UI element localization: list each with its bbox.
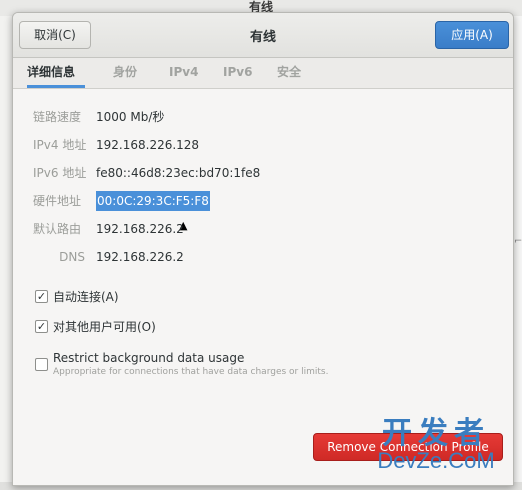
background-fragment-icon: ⌐	[514, 236, 522, 247]
link-speed-row: 链路速度 1000 Mb/秒	[13, 107, 413, 127]
remove-connection-profile-button[interactable]: Remove Connection Profile	[313, 433, 503, 461]
dialog-header: 取消(C) 有线 应用(A)	[13, 13, 513, 58]
all-users-checkbox[interactable]: ✓	[35, 320, 48, 333]
apply-button[interactable]: 应用(A)	[435, 21, 509, 49]
ipv4-row: IPv4 地址 192.168.226.128	[13, 135, 413, 155]
ipv6-label: IPv6 地址	[33, 166, 87, 180]
hardware-address-label: 硬件地址	[33, 194, 82, 208]
ipv4-value: 192.168.226.128	[96, 138, 200, 152]
auto-connect-label: 自动连接(A)	[53, 290, 119, 304]
auto-connect-checkbox[interactable]: ✓	[35, 290, 48, 303]
tab-details[interactable]: 详细信息	[27, 58, 85, 88]
details-panel: 链路速度 1000 Mb/秒 IPv4 地址 192.168.226.128 I…	[13, 89, 513, 485]
restrict-background-description: Appropriate for connections that have da…	[53, 367, 329, 377]
tab-ipv6[interactable]: IPv6	[223, 58, 252, 88]
tab-identity[interactable]: 身份	[113, 58, 137, 88]
dns-value: 192.168.226.2	[96, 250, 184, 264]
ipv4-label: IPv4 地址	[33, 138, 87, 152]
background-window-left-edge	[0, 16, 12, 490]
hardware-address-row: 硬件地址 00:0C:29:3C:F5:F8	[13, 191, 413, 211]
link-speed-value: 1000 Mb/秒	[96, 110, 165, 124]
default-route-value: 192.168.226.2	[96, 222, 184, 236]
default-route-row: 默认路由 192.168.226.2	[13, 219, 413, 239]
link-speed-label: 链路速度	[33, 110, 82, 124]
tab-ipv4[interactable]: IPv4	[169, 58, 198, 88]
wired-settings-dialog: 取消(C) 有线 应用(A) 详细信息 身份 IPv4 IPv6 安全 链路速度…	[12, 12, 514, 486]
hardware-address-value[interactable]: 00:0C:29:3C:F5:F8	[96, 191, 210, 211]
tab-security[interactable]: 安全	[277, 58, 301, 88]
all-users-label: 对其他用户可用(O)	[53, 320, 156, 334]
restrict-background-checkbox[interactable]	[35, 358, 48, 371]
restrict-background-label: Restrict background data usage	[53, 351, 245, 365]
default-route-label: 默认路由	[33, 222, 82, 236]
tab-bar: 详细信息 身份 IPv4 IPv6 安全	[13, 58, 513, 89]
ipv6-value: fe80::46d8:23ec:bd70:1fe8	[96, 166, 261, 180]
ipv6-row: IPv6 地址 fe80::46d8:23ec:bd70:1fe8	[13, 163, 413, 183]
dns-label: DNS	[59, 250, 85, 264]
dns-row: DNS 192.168.226.2	[13, 247, 413, 267]
